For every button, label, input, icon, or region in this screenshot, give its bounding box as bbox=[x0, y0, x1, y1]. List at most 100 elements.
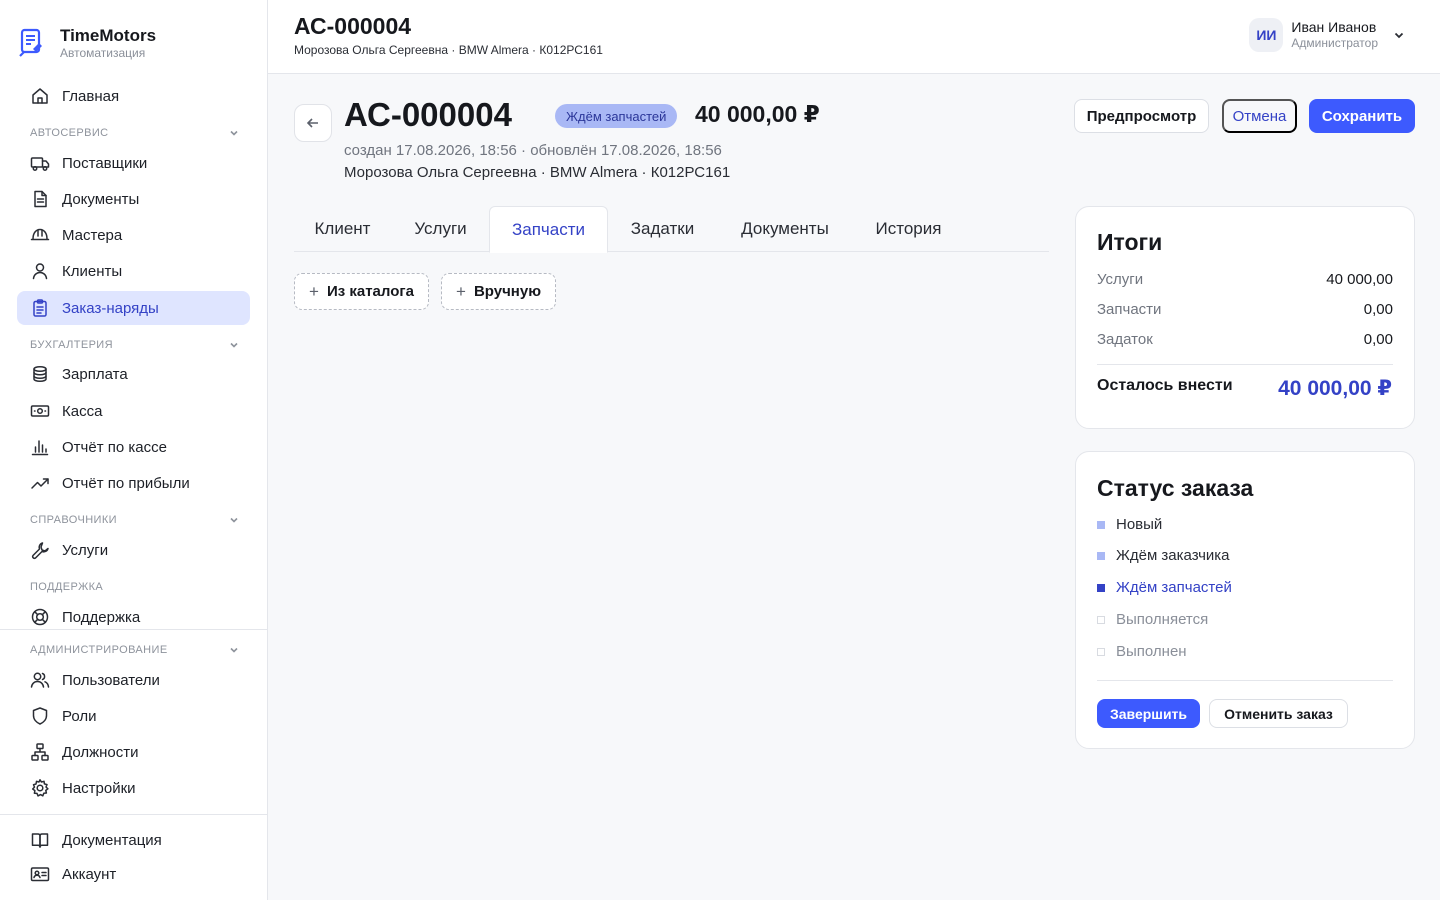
status-step[interactable]: Выполняется bbox=[1097, 611, 1208, 628]
avatar: ИИ bbox=[1249, 18, 1284, 52]
sidebar-item-profit-report[interactable]: Отчёт по прибыли bbox=[17, 466, 250, 500]
sidebar-item-label: Клиенты bbox=[62, 262, 123, 280]
sidebar-item-positions[interactable]: Должности bbox=[17, 735, 250, 769]
add-manual-button[interactable]: + Вручную bbox=[441, 273, 556, 310]
sidebar-item-label: Отчёт по кассе bbox=[62, 438, 167, 456]
totals-row-value: 0,00 bbox=[1363, 301, 1393, 318]
section-title: ПОДДЕРЖКА bbox=[30, 581, 104, 593]
user-name: Иван Иванов bbox=[1291, 19, 1377, 35]
home-icon bbox=[30, 86, 50, 106]
section-autoservice[interactable]: АВТОСЕРВИС bbox=[30, 127, 240, 139]
tabs: Клиент Услуги Запчасти Задатки Документы… bbox=[294, 206, 1049, 253]
tab-client[interactable]: Клиент bbox=[294, 206, 391, 252]
order-client-line: Морозова Ольга Сергеевна · BMW Almera · … bbox=[344, 164, 731, 181]
sidebar-item-label: Настройки bbox=[62, 779, 136, 797]
sidebar-item-label: Документы bbox=[62, 190, 140, 208]
status-dot bbox=[1097, 520, 1105, 529]
tab-documents[interactable]: Документы bbox=[717, 206, 853, 252]
status-dot bbox=[1097, 551, 1105, 560]
chevron-down-icon bbox=[230, 342, 238, 348]
sidebar-item-label: Поставщики bbox=[62, 154, 148, 172]
truck-icon bbox=[30, 153, 50, 173]
add-from-catalog-button[interactable]: + Из каталога bbox=[294, 273, 429, 310]
sidebar-item-cash-report[interactable]: Отчёт по кассе bbox=[17, 430, 250, 464]
button-label: Вручную bbox=[473, 283, 541, 300]
cancel-button[interactable]: Отмена bbox=[1222, 99, 1297, 133]
status-dot bbox=[1097, 615, 1105, 624]
totals-row-label: Запчасти bbox=[1097, 301, 1162, 318]
status-step[interactable]: Выполнен bbox=[1097, 643, 1187, 660]
sidebar-item-clients[interactable]: Клиенты bbox=[17, 254, 250, 288]
sidebar-item-documents[interactable]: Документы bbox=[17, 182, 250, 216]
sidebar-item-label: Должности bbox=[62, 743, 139, 761]
plus-icon: + bbox=[456, 281, 466, 301]
sidebar-item-services[interactable]: Услуги bbox=[17, 533, 250, 567]
tab-services[interactable]: Услуги bbox=[392, 206, 489, 252]
chevron-down-icon bbox=[230, 130, 238, 136]
status-step[interactable]: Новый bbox=[1097, 516, 1162, 533]
app-subtitle: Автоматизация bbox=[60, 46, 146, 60]
sidebar-item-docs[interactable]: Документация bbox=[17, 823, 250, 857]
id-card-icon bbox=[30, 864, 50, 884]
banknote-icon bbox=[30, 401, 50, 421]
order-number: АС-000004 bbox=[344, 96, 512, 133]
topbar: АС-000004 Морозова Ольга Сергеевна · BMW… bbox=[268, 0, 1440, 74]
sidebar-item-cash[interactable]: Касса bbox=[17, 394, 250, 428]
app-name: TimeMotors bbox=[60, 26, 157, 45]
cancel-order-button[interactable]: Отменить заказ bbox=[1209, 699, 1348, 728]
totals-row: Задаток 0,00 bbox=[1097, 331, 1393, 348]
sidebar-item-settings[interactable]: Настройки bbox=[17, 771, 250, 805]
gear-icon bbox=[30, 778, 50, 798]
totals-row-value: 0,00 bbox=[1363, 331, 1393, 348]
lifebuoy-icon bbox=[30, 607, 50, 627]
status-step-label: Выполняется bbox=[1116, 611, 1209, 628]
tab-deposits[interactable]: Задатки bbox=[608, 206, 717, 252]
document-icon bbox=[30, 189, 50, 209]
remaining-label: Осталось внести bbox=[1097, 377, 1233, 394]
divider bbox=[1097, 364, 1393, 365]
section-accounting[interactable]: БУХГАЛТЕРИЯ bbox=[30, 339, 240, 351]
complete-order-button[interactable]: Завершить bbox=[1097, 699, 1200, 728]
section-support: ПОДДЕРЖКА bbox=[30, 581, 240, 593]
shield-icon bbox=[30, 706, 50, 726]
brand[interactable]: TimeMotors Автоматизация bbox=[18, 26, 156, 60]
sidebar-item-label: Заказ-наряды bbox=[62, 299, 159, 317]
tab-parts[interactable]: Запчасти bbox=[489, 206, 608, 253]
sidebar-item-users[interactable]: Пользователи bbox=[17, 663, 250, 697]
sidebar-item-label: Поддержка bbox=[62, 608, 141, 626]
sidebar-item-orders[interactable]: Заказ-наряды bbox=[17, 291, 250, 325]
coins-icon bbox=[30, 364, 50, 384]
helmet-icon bbox=[30, 225, 50, 245]
section-references[interactable]: СПРАВОЧНИКИ bbox=[30, 514, 240, 526]
tab-history[interactable]: История bbox=[853, 206, 964, 252]
sidebar-item-roles[interactable]: Роли bbox=[17, 699, 250, 733]
sidebar-item-salary[interactable]: Зарплата bbox=[17, 357, 250, 391]
sidebar-item-account[interactable]: Аккаунт bbox=[17, 857, 250, 891]
sidebar-divider bbox=[0, 629, 268, 630]
totals-row-label: Услуги bbox=[1097, 271, 1144, 288]
chevron-down-icon bbox=[1394, 32, 1404, 39]
preview-button[interactable]: Предпросмотр bbox=[1074, 99, 1209, 133]
sidebar-item-label: Документация bbox=[62, 831, 162, 849]
save-button[interactable]: Сохранить bbox=[1309, 99, 1415, 133]
sidebar-item-suppliers[interactable]: Поставщики bbox=[17, 146, 250, 180]
users-icon bbox=[30, 670, 50, 690]
plus-icon: + bbox=[309, 281, 319, 301]
status-step[interactable]: Ждём заказчика bbox=[1097, 547, 1230, 564]
totals-card: Итоги Услуги 40 000,00 Запчасти 0,00 Зад… bbox=[1075, 206, 1415, 429]
back-button[interactable] bbox=[294, 104, 332, 142]
sidebar-item-masters[interactable]: Мастера bbox=[17, 218, 250, 252]
section-title: АДМИНИСТРИРОВАНИЕ bbox=[30, 644, 168, 656]
sidebar-item-label: Отчёт по прибыли bbox=[62, 474, 190, 492]
status-dot bbox=[1097, 647, 1105, 656]
chevron-down-icon bbox=[230, 647, 238, 653]
user-menu[interactable]: ИИ Иван Иванов Администратор bbox=[1249, 18, 1406, 52]
sidebar-item-label: Услуги bbox=[62, 541, 109, 559]
sidebar-item-label: Касса bbox=[62, 402, 103, 420]
status-step[interactable]: Ждём запчастей bbox=[1097, 579, 1232, 596]
section-admin[interactable]: АДМИНИСТРИРОВАНИЕ bbox=[30, 644, 240, 656]
order-status-card: Статус заказа Новый Ждём заказчика Ждём … bbox=[1075, 451, 1415, 749]
sidebar-item-home[interactable]: Главная bbox=[17, 79, 250, 113]
page-subtitle: Морозова Ольга Сергеевна · BMW Almera · … bbox=[294, 43, 603, 57]
totals-row: Запчасти 0,00 bbox=[1097, 301, 1393, 318]
